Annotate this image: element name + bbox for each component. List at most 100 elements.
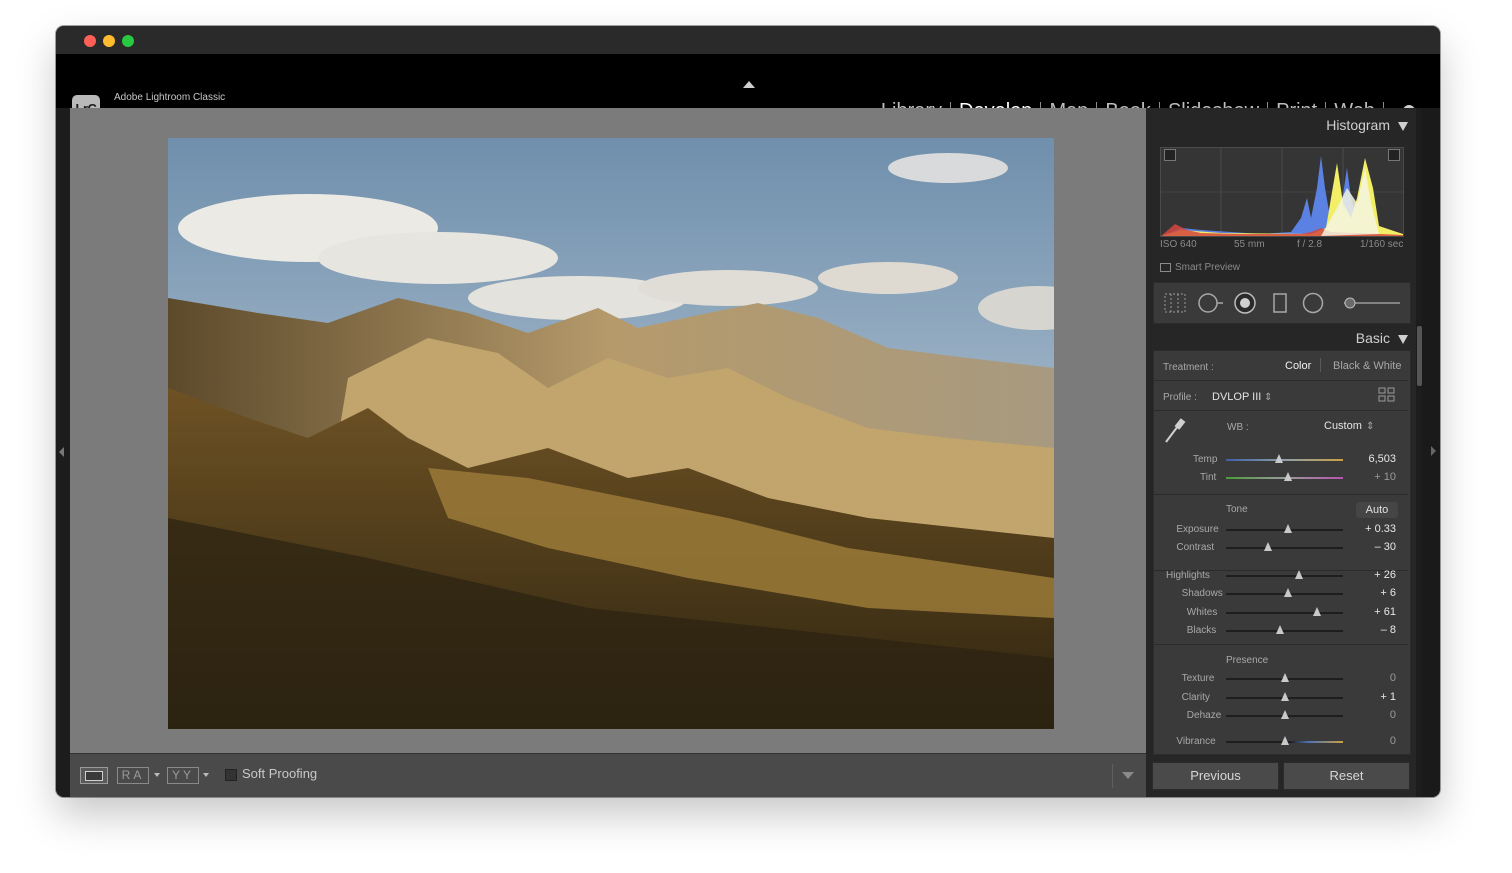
shutter-readout: 1/160 sec bbox=[1360, 239, 1404, 250]
histogram-graph[interactable] bbox=[1160, 147, 1404, 237]
treatment-color-option[interactable]: Color bbox=[1285, 360, 1311, 372]
minimize-window-button[interactable] bbox=[103, 35, 115, 47]
divider bbox=[1154, 644, 1408, 645]
tint-value[interactable]: + 10 bbox=[1336, 471, 1396, 483]
texture-slider-thumb[interactable] bbox=[1280, 673, 1289, 682]
previous-button[interactable]: Previous bbox=[1152, 762, 1279, 790]
vibrance-slider-thumb[interactable] bbox=[1280, 736, 1289, 745]
treatment-bw-option[interactable]: Black & White bbox=[1333, 360, 1401, 372]
texture-value[interactable]: 0 bbox=[1336, 672, 1396, 684]
basic-title: Basic bbox=[1355, 330, 1390, 346]
temp-slider[interactable] bbox=[1226, 454, 1343, 463]
vibrance-value[interactable]: 0 bbox=[1336, 735, 1396, 747]
graduated-filter-icon[interactable] bbox=[1272, 292, 1288, 314]
swap-dropdown-icon[interactable] bbox=[203, 773, 209, 777]
wb-label: WB : bbox=[1227, 422, 1249, 433]
shadows-slider-thumb[interactable] bbox=[1284, 588, 1292, 597]
radial-filter-icon[interactable] bbox=[1302, 292, 1324, 314]
contrast-slider[interactable] bbox=[1226, 542, 1343, 551]
before-after-swap-button[interactable]: YY bbox=[167, 767, 199, 784]
treatment-separator bbox=[1320, 358, 1321, 372]
collapse-right-panel-icon[interactable] bbox=[1431, 446, 1436, 456]
shadows-slider[interactable] bbox=[1226, 588, 1343, 597]
exposure-slider-thumb[interactable] bbox=[1284, 524, 1292, 533]
divider bbox=[1154, 494, 1408, 495]
smart-preview-icon bbox=[1160, 262, 1171, 272]
histogram-collapse-icon[interactable] bbox=[1398, 121, 1408, 131]
before-after-dropdown-icon[interactable] bbox=[154, 773, 160, 777]
expand-left-panel-icon[interactable] bbox=[59, 447, 64, 457]
smart-preview-label: Smart Preview bbox=[1175, 262, 1241, 273]
whites-slider[interactable] bbox=[1226, 607, 1343, 616]
photo-canvas bbox=[70, 108, 1146, 753]
histogram-title: Histogram bbox=[1326, 117, 1390, 133]
basic-header[interactable]: Basic bbox=[1356, 330, 1408, 346]
profile-select[interactable]: DVLOP III bbox=[1212, 391, 1261, 403]
temp-label: Temp bbox=[1193, 454, 1218, 465]
focal-length-readout: 55 mm bbox=[1234, 239, 1265, 250]
collapse-top-panel-icon[interactable] bbox=[743, 81, 755, 88]
highlights-slider-thumb[interactable] bbox=[1294, 570, 1303, 579]
contrast-slider-thumb[interactable] bbox=[1264, 542, 1273, 551]
clarity-slider-thumb[interactable] bbox=[1280, 692, 1289, 701]
develop-toolbar: RA YY Soft Proofing bbox=[70, 753, 1146, 797]
landscape-photo[interactable] bbox=[168, 138, 1054, 729]
white-balance-picker-icon[interactable] bbox=[1162, 416, 1188, 446]
contrast-value[interactable]: – 30 bbox=[1336, 541, 1396, 553]
highlight-clipping-toggle[interactable] bbox=[1388, 149, 1400, 161]
spot-removal-icon[interactable] bbox=[1198, 293, 1224, 313]
profile-dropdown-icon[interactable]: ⇕ bbox=[1264, 392, 1272, 403]
clarity-slider[interactable] bbox=[1226, 692, 1343, 701]
tint-slider[interactable] bbox=[1226, 472, 1343, 481]
highlights-value[interactable]: + 26 bbox=[1336, 569, 1396, 581]
before-after-button[interactable]: RA bbox=[117, 767, 149, 784]
histogram-header[interactable]: Histogram bbox=[1326, 117, 1408, 133]
whites-value[interactable]: + 61 bbox=[1336, 606, 1396, 618]
blacks-value[interactable]: – 8 bbox=[1336, 624, 1396, 636]
aperture-readout: f / 2.8 bbox=[1297, 239, 1323, 250]
blacks-slider-thumb[interactable] bbox=[1275, 625, 1284, 634]
adjustment-brush-icon[interactable] bbox=[1342, 295, 1402, 311]
smart-preview-status: Smart Preview bbox=[1160, 262, 1240, 273]
maximize-window-button[interactable] bbox=[122, 35, 134, 47]
wb-dropdown-icon[interactable]: ⇕ bbox=[1366, 421, 1374, 432]
dehaze-slider[interactable] bbox=[1226, 710, 1343, 719]
loupe-view-button[interactable] bbox=[80, 767, 108, 784]
clarity-value[interactable]: + 1 bbox=[1336, 691, 1396, 703]
red-eye-icon[interactable] bbox=[1234, 292, 1256, 314]
shadows-value[interactable]: + 6 bbox=[1336, 587, 1396, 599]
whites-slider-thumb[interactable] bbox=[1313, 607, 1322, 616]
tint-label: Tint bbox=[1200, 472, 1217, 483]
dehaze-slider-thumb[interactable] bbox=[1280, 710, 1289, 719]
temp-value[interactable]: 6,503 bbox=[1336, 453, 1396, 465]
reset-button[interactable]: Reset bbox=[1283, 762, 1410, 790]
profile-label: Profile : bbox=[1163, 392, 1197, 403]
highlights-slider[interactable] bbox=[1226, 570, 1343, 579]
close-window-button[interactable] bbox=[84, 35, 96, 47]
auto-tone-button[interactable]: Auto bbox=[1356, 502, 1398, 518]
blacks-slider[interactable] bbox=[1226, 625, 1343, 634]
texture-label: Texture bbox=[1181, 673, 1215, 684]
tool-strip bbox=[1153, 282, 1411, 324]
dehaze-value[interactable]: 0 bbox=[1336, 709, 1396, 721]
exposure-slider[interactable] bbox=[1226, 524, 1343, 533]
title-bar bbox=[56, 26, 1440, 54]
left-panel-strip[interactable] bbox=[56, 108, 70, 797]
divider bbox=[1154, 380, 1408, 381]
wb-select[interactable]: Custom bbox=[1324, 420, 1362, 432]
exposure-value[interactable]: + 0.33 bbox=[1336, 523, 1396, 535]
basic-collapse-icon[interactable] bbox=[1398, 334, 1408, 344]
photo-image bbox=[168, 138, 1054, 729]
temp-slider-thumb[interactable] bbox=[1274, 454, 1283, 463]
tint-slider-thumb[interactable] bbox=[1284, 472, 1292, 481]
app-name: Adobe Lightroom Classic bbox=[114, 92, 226, 103]
whites-label: Whites bbox=[1186, 607, 1218, 618]
profile-browser-icon[interactable] bbox=[1378, 387, 1396, 403]
soft-proofing-checkbox[interactable] bbox=[225, 769, 237, 781]
vibrance-slider[interactable] bbox=[1226, 736, 1343, 745]
treatment-label: Treatment : bbox=[1163, 362, 1214, 373]
shadow-clipping-toggle[interactable] bbox=[1164, 149, 1176, 161]
toolbar-options-icon[interactable] bbox=[1122, 772, 1134, 779]
texture-slider[interactable] bbox=[1226, 673, 1343, 682]
crop-grid-icon[interactable] bbox=[1164, 293, 1186, 313]
